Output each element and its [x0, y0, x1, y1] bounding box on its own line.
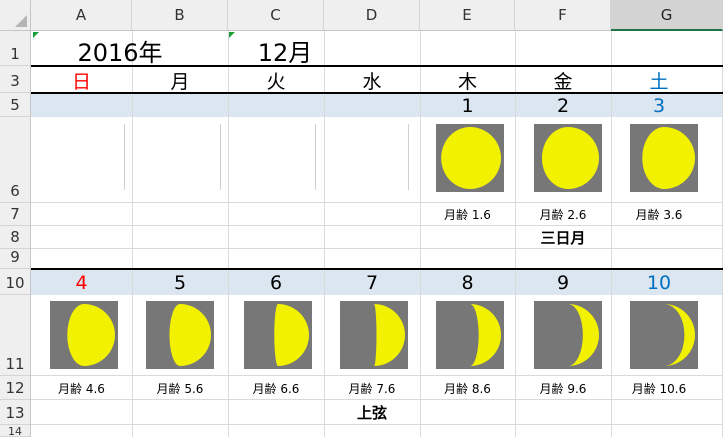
weekday-fri[interactable]: 金 [515, 67, 611, 93]
phase-name-cell[interactable]: 上弦 [324, 401, 420, 423]
moon-age-cell[interactable]: 月齢 5.6 [132, 377, 228, 399]
phase-name-cell[interactable]: 三日月 [515, 226, 611, 248]
column-header-e[interactable]: E [420, 0, 515, 31]
column-header-a[interactable]: A [31, 0, 132, 31]
weekday-wed[interactable]: 水 [324, 67, 420, 93]
row-header-7[interactable]: 7 [0, 203, 31, 226]
row-header-5[interactable]: 5 [0, 93, 31, 117]
moon-age-cell[interactable]: 月齢 8.6 [420, 377, 515, 399]
cell-rule [315, 124, 316, 190]
date-cell[interactable]: 10 [611, 270, 707, 295]
moon-phase-image [630, 301, 698, 369]
moon-phase-image [244, 301, 312, 369]
date-cell[interactable]: 8 [420, 270, 515, 295]
gridline [31, 424, 723, 425]
row-header-3[interactable]: 3 [0, 66, 31, 93]
row-header-8[interactable]: 8 [0, 226, 31, 249]
gridline [31, 248, 723, 249]
moon-age-cell[interactable]: 月齢 10.6 [611, 377, 707, 399]
gridline [31, 399, 723, 400]
column-header-d[interactable]: D [324, 0, 420, 31]
column-header-b[interactable]: B [132, 0, 228, 31]
weekday-mon[interactable]: 月 [132, 67, 228, 93]
moon-phase-image [50, 301, 118, 369]
moon-phase-image [436, 124, 504, 192]
moon-age-cell[interactable]: 月齢 9.6 [515, 377, 611, 399]
row-header-14[interactable]: 14 [0, 425, 31, 438]
column-header-c[interactable]: C [228, 0, 324, 31]
weekday-tue[interactable]: 火 [228, 67, 324, 93]
column-header-f[interactable]: F [515, 0, 611, 31]
date-cell[interactable]: 6 [228, 270, 324, 295]
moon-phase-image [534, 124, 602, 192]
year-cell[interactable]: 2016年 [60, 34, 180, 67]
date-cell[interactable]: 2 [515, 94, 611, 117]
row-header-11[interactable]: 11 [0, 295, 31, 376]
moon-age-cell[interactable]: 月齢 1.6 [420, 203, 515, 225]
moon-phase-image [436, 301, 504, 369]
comment-marker [33, 32, 39, 38]
row-header-13[interactable]: 13 [0, 400, 31, 425]
weekday-sat[interactable]: 土 [611, 67, 707, 93]
moon-age-cell[interactable]: 月齢 3.6 [611, 203, 707, 225]
select-all-corner[interactable] [0, 0, 31, 31]
moon-phase-image [146, 301, 214, 369]
gridline [31, 225, 723, 226]
month-cell[interactable]: 12月 [240, 34, 330, 67]
date-cell[interactable]: 3 [611, 94, 707, 117]
moon-age-cell[interactable]: 月齢 6.6 [228, 377, 324, 399]
date-cell[interactable]: 1 [420, 94, 515, 117]
row-header-6[interactable]: 6 [0, 117, 31, 203]
weekday-thu[interactable]: 木 [420, 67, 515, 93]
cell-rule [408, 124, 409, 190]
moon-age-cell[interactable]: 月齢 2.6 [515, 203, 611, 225]
comment-marker [229, 32, 235, 38]
moon-phase-image [630, 124, 698, 192]
cell-rule [124, 124, 125, 190]
column-header-g[interactable]: G [611, 0, 723, 31]
row-header-1[interactable]: 1 [0, 31, 31, 66]
moon-phase-image [340, 301, 408, 369]
weekday-sun[interactable]: 日 [31, 67, 132, 93]
row-header-12[interactable]: 12 [0, 376, 31, 400]
date-cell[interactable]: 5 [132, 270, 228, 295]
date-cell[interactable]: 7 [324, 270, 420, 295]
date-cell[interactable]: 9 [515, 270, 611, 295]
moon-age-cell[interactable]: 月齢 7.6 [324, 377, 420, 399]
gridline [31, 375, 723, 376]
moon-phase-image [534, 301, 602, 369]
cell-rule [220, 124, 221, 190]
row-header-9[interactable]: 9 [0, 248, 31, 269]
moon-age-cell[interactable]: 月齢 4.6 [31, 377, 132, 399]
date-cell[interactable]: 4 [31, 270, 132, 295]
row-header-10[interactable]: 10 [0, 269, 31, 295]
